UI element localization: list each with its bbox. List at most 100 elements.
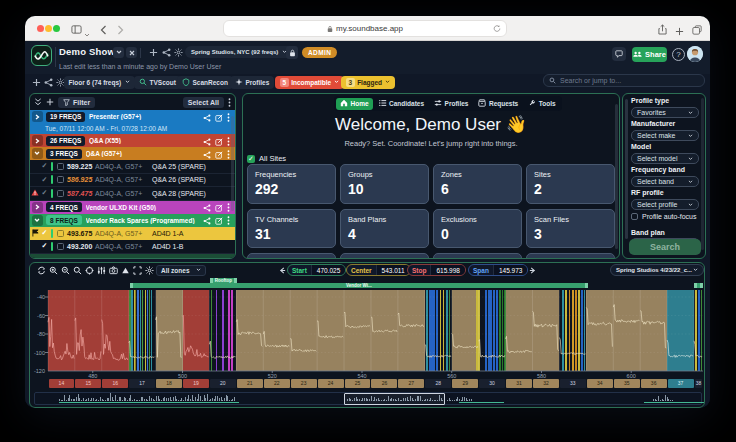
home-icon [340, 99, 348, 108]
frequency-row[interactable]: ✓ 493.675 AD4Q-A, G57+ AD4D 1-A [30, 227, 235, 241]
zoom-window-button[interactable] [53, 25, 60, 32]
close-show-icon[interactable] [126, 47, 137, 58]
chevron-down-icon[interactable] [84, 24, 90, 42]
scrollbar[interactable] [615, 104, 618, 249]
reload-icon[interactable] [493, 24, 501, 35]
tab-candidates[interactable]: Candidates [374, 98, 429, 110]
flagged-count: 3 [346, 78, 355, 87]
freq-group-row[interactable]: 8 FREQS Vendor Rack Spares (Programmed) [30, 214, 235, 227]
stat-card[interactable]: Sites 2 [526, 164, 615, 204]
stat-card[interactable]: Scan Files 3 [526, 209, 615, 249]
scrollbar[interactable] [701, 98, 704, 250]
search-input[interactable]: Search or jump to... [543, 74, 705, 87]
group-chevron-icon[interactable] [32, 135, 43, 146]
flagged-dropdown[interactable]: 3 Flagged [341, 76, 395, 89]
stat-card[interactable]: Zones 6 [433, 164, 522, 204]
soundbase-app: Demo Show Spring Studios, NYC (92 freqs)… [25, 41, 710, 408]
new-tab-icon[interactable] [675, 22, 684, 40]
all-sites-checkbox[interactable]: ✓ All Sites [247, 154, 286, 163]
freq-group-row[interactable]: 3 FREQS Q&A (G57+) [30, 147, 235, 160]
profiles-button[interactable]: Profiles [230, 76, 274, 89]
stat-card[interactable]: Band Plans 4 [340, 209, 429, 249]
back-icon[interactable] [100, 21, 107, 39]
filter-button[interactable]: Filter [58, 97, 95, 108]
scrollbar[interactable] [231, 116, 234, 211]
minimize-window-button[interactable] [45, 25, 52, 32]
lock-icon[interactable] [286, 46, 298, 59]
gear-icon[interactable] [174, 48, 183, 57]
share-nodes-icon[interactable] [162, 48, 171, 57]
share-icon[interactable] [658, 21, 667, 39]
incompatible-dropdown[interactable]: 5 Incompatible [275, 76, 344, 89]
floor-selector[interactable]: Floor 6 (74 freqs) [64, 76, 136, 89]
show-switcher-chevron[interactable] [113, 47, 124, 58]
spectrum-chart[interactable]: Vendor Wi... Rooftop -40-60-80-100-12048… [30, 263, 705, 408]
stat-card[interactable]: Groups 10 [340, 164, 429, 204]
tabs-overview-icon[interactable] [692, 21, 702, 39]
share-nodes-icon[interactable] [203, 108, 211, 126]
frequency-row[interactable]: ✓ 493.200 AD4Q-A, G57+ AD4D 1-B [30, 240, 235, 254]
field-select[interactable]: Select profile [631, 199, 699, 210]
tab-tools[interactable]: Tools [524, 98, 560, 110]
field-label: RF profile [631, 189, 699, 196]
soundbase-logo[interactable] [31, 45, 52, 66]
sidebar-icon[interactable] [71, 21, 82, 39]
frequency-row[interactable]: ✓ 589.225 AD4Q-A, G57+ Q&A 25 (SPARE) [30, 160, 235, 174]
tab-home[interactable]: Home [336, 98, 374, 110]
minimap-window[interactable] [344, 393, 445, 405]
add-group-icon[interactable] [46, 98, 54, 106]
group-chevron-icon[interactable] [32, 215, 43, 226]
profile-search-button[interactable]: Search [629, 239, 701, 255]
row-checkbox[interactable] [57, 243, 64, 250]
stat-card[interactable]: Frequencies 292 [247, 164, 336, 204]
spectrum-minimap[interactable] [34, 392, 702, 406]
scanrecon-button[interactable]: ScanRecon [177, 76, 233, 89]
share-button[interactable]: Share [632, 47, 667, 62]
site-selector[interactable]: Spring Studios, NYC (92 freqs) [185, 46, 293, 58]
field-select[interactable]: Select band [631, 176, 699, 187]
stat-card[interactable]: Exclusions 0 [433, 209, 522, 249]
edit-icon[interactable] [215, 108, 223, 126]
add-icon[interactable] [32, 78, 41, 87]
field-select[interactable]: Favorites [631, 107, 699, 118]
group-freq-count: 26 FREQS [46, 136, 85, 146]
scrollbar[interactable] [625, 99, 628, 239]
field-select[interactable]: Select make [631, 130, 699, 141]
stat-card-value: 2 [534, 181, 607, 197]
group-chevron-icon[interactable] [32, 202, 43, 213]
address-bar[interactable]: my.soundbase.app [223, 20, 507, 37]
row-checkbox[interactable] [57, 230, 64, 237]
tvscout-button[interactable]: TVScout [134, 76, 181, 89]
group-chevron-icon[interactable] [32, 111, 43, 122]
group-chevron-icon[interactable] [32, 148, 43, 159]
collapse-all-icon[interactable] [34, 98, 42, 106]
kebab-icon[interactable] [227, 108, 230, 126]
help-icon[interactable]: ? [672, 48, 685, 61]
stat-card [247, 253, 336, 259]
row-checkbox[interactable] [57, 176, 64, 183]
minimap-band [59, 402, 239, 403]
forward-icon[interactable] [117, 21, 124, 39]
share-nodes-icon[interactable] [44, 78, 53, 87]
stat-card[interactable]: TV Channels 31 [247, 209, 336, 249]
group-list: 19 FREQS Presenter (G57+) Tue, 07/11 12:… [30, 110, 235, 258]
profile-autofocus-checkbox[interactable]: Profile auto-focus [631, 213, 699, 220]
chevron-down-icon [334, 80, 339, 84]
kebab-icon[interactable] [228, 98, 231, 107]
comments-icon[interactable] [612, 47, 626, 61]
close-window-button[interactable] [37, 25, 44, 32]
chevron-down-icon [125, 80, 130, 84]
tab-profiles[interactable]: Profiles [430, 98, 473, 110]
user-avatar[interactable] [687, 46, 703, 62]
flag-icon [30, 229, 40, 238]
channel-name: Q&A 28 (SPARE) [152, 190, 235, 197]
field-label: Profile type [631, 97, 699, 104]
freq-group-row[interactable]: 19 FREQS Presenter (G57+) [30, 110, 235, 123]
row-checkbox[interactable] [57, 190, 64, 197]
field-select[interactable]: Select model [631, 153, 699, 164]
select-all-button[interactable]: Select All [183, 97, 224, 108]
row-checkbox[interactable] [57, 163, 64, 170]
frequency-row[interactable]: ✓ 586.925 AD4Q-A, G57+ Q&A 26 (SPARE) [30, 174, 235, 188]
add-icon[interactable] [149, 48, 158, 57]
tab-requests[interactable]: Requests [474, 98, 523, 110]
